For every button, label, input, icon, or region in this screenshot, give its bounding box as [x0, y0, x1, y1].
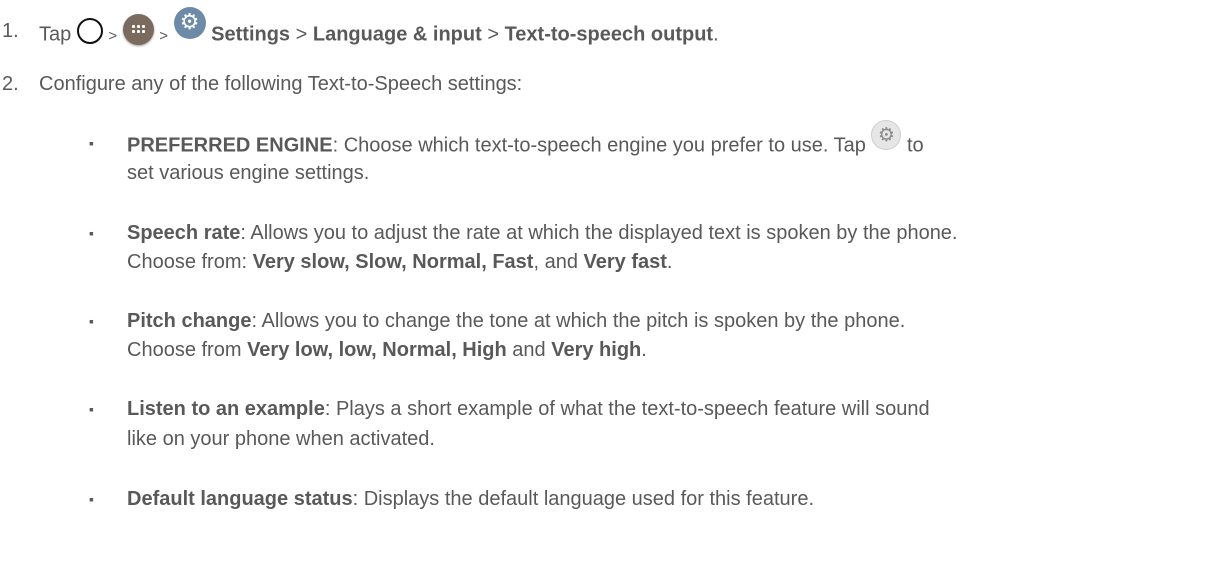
- separator: >: [108, 27, 118, 45]
- list-item-line: Default language status: Displays the de…: [127, 487, 814, 511]
- list-item-line: Listen to an example: Plays a short exam…: [127, 397, 930, 421]
- item-term: Speech rate: [127, 222, 241, 244]
- gear-icon: ⚙: [871, 120, 902, 150]
- item-text: like on your phone when activated.: [127, 428, 435, 450]
- item-text: : Allows you to adjust the rate at which…: [240, 222, 958, 244]
- bullet: ▪: [89, 401, 94, 417]
- step-number: 2.: [2, 73, 19, 95]
- list-item-line: Choose from: Very slow, Slow, Normal, Fa…: [127, 250, 672, 274]
- item-text: : Allows you to change the tone at which…: [251, 310, 906, 332]
- item-term: Listen to an example: [127, 398, 325, 420]
- item-options: Very fast: [583, 251, 667, 273]
- item-text: Choose from:: [127, 251, 253, 273]
- home-icon: [76, 18, 103, 44]
- item-term: Default language status: [127, 488, 353, 510]
- period: .: [713, 23, 719, 46]
- item-options: Very low, low, Normal, High: [247, 339, 507, 361]
- item-text: : Choose which text-to-speech engine you…: [332, 134, 866, 157]
- separator: >: [295, 23, 308, 46]
- item-options: Very slow, Slow, Normal, Fast: [252, 251, 534, 273]
- settings-label: Settings: [211, 23, 291, 46]
- period: .: [641, 339, 647, 361]
- item-text: , and: [533, 251, 584, 273]
- period: .: [666, 251, 673, 273]
- bullet: ▪: [89, 313, 94, 329]
- item-options: Very high: [551, 339, 642, 361]
- step-2-text: Configure any of the following Text-to-S…: [39, 73, 523, 95]
- list-item-line: Pitch change: Allows you to change the t…: [127, 309, 905, 333]
- separator: >: [159, 27, 169, 45]
- step-number: 1.: [2, 20, 19, 42]
- list-item-line: Choose from Very low, low, Normal, High …: [127, 338, 647, 362]
- apps-icon: [122, 13, 154, 45]
- tap-label: Tap: [39, 23, 72, 46]
- list-item-line: PREFERRED ENGINE: Choose which text-to-s…: [127, 120, 924, 161]
- item-text: set various engine settings.: [127, 162, 370, 184]
- bullet: ▪: [89, 135, 94, 151]
- step-1-text: Tap > > ⚙ Settings > Language & input > …: [39, 7, 719, 51]
- language-input-label: Language & input: [312, 23, 482, 46]
- list-item-line: Speech rate: Allows you to adjust the ra…: [127, 221, 958, 245]
- bullet: ▪: [89, 491, 94, 507]
- item-text: and: [506, 339, 552, 361]
- item-term: PREFERRED ENGINE: [127, 134, 333, 157]
- separator: >: [487, 23, 500, 46]
- item-text: : Plays a short example of what the text…: [324, 398, 930, 420]
- bullet: ▪: [89, 225, 94, 241]
- settings-icon: ⚙: [173, 7, 206, 39]
- item-text: Choose from: [127, 339, 248, 361]
- item-text: : Displays the default language used for…: [352, 488, 815, 510]
- tts-output-label: Text-to-speech output: [504, 23, 714, 46]
- item-term: Pitch change: [127, 310, 252, 332]
- item-text: to: [907, 134, 924, 157]
